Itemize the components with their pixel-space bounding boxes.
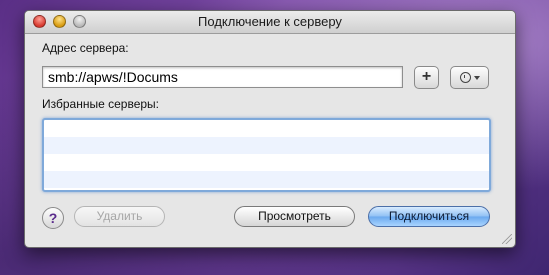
list-row <box>44 137 489 154</box>
list-row <box>44 120 489 137</box>
delete-button: Удалить <box>74 206 165 227</box>
recent-servers-button[interactable] <box>450 66 489 89</box>
title-bar[interactable]: Подключение к серверу <box>25 11 515 34</box>
window-title: Подключение к серверу <box>198 14 342 29</box>
connect-to-server-window: Подключение к серверу Адрес сервера: + И… <box>24 10 516 248</box>
favorite-servers-label: Избранные серверы: <box>42 97 159 111</box>
list-row <box>44 154 489 171</box>
add-favorite-button[interactable]: + <box>414 66 439 89</box>
favorite-servers-list[interactable] <box>42 118 491 192</box>
connect-button[interactable]: Подключиться <box>368 206 490 227</box>
chevron-down-icon <box>473 75 480 80</box>
clock-icon <box>459 72 471 83</box>
server-address-input[interactable] <box>42 66 403 88</box>
help-button[interactable]: ? <box>42 207 64 229</box>
browse-button[interactable]: Просмотреть <box>234 206 355 227</box>
list-row <box>44 171 489 188</box>
plus-icon: + <box>421 68 432 85</box>
resize-grip[interactable] <box>502 234 512 244</box>
server-address-label: Адрес сервера: <box>42 41 129 55</box>
